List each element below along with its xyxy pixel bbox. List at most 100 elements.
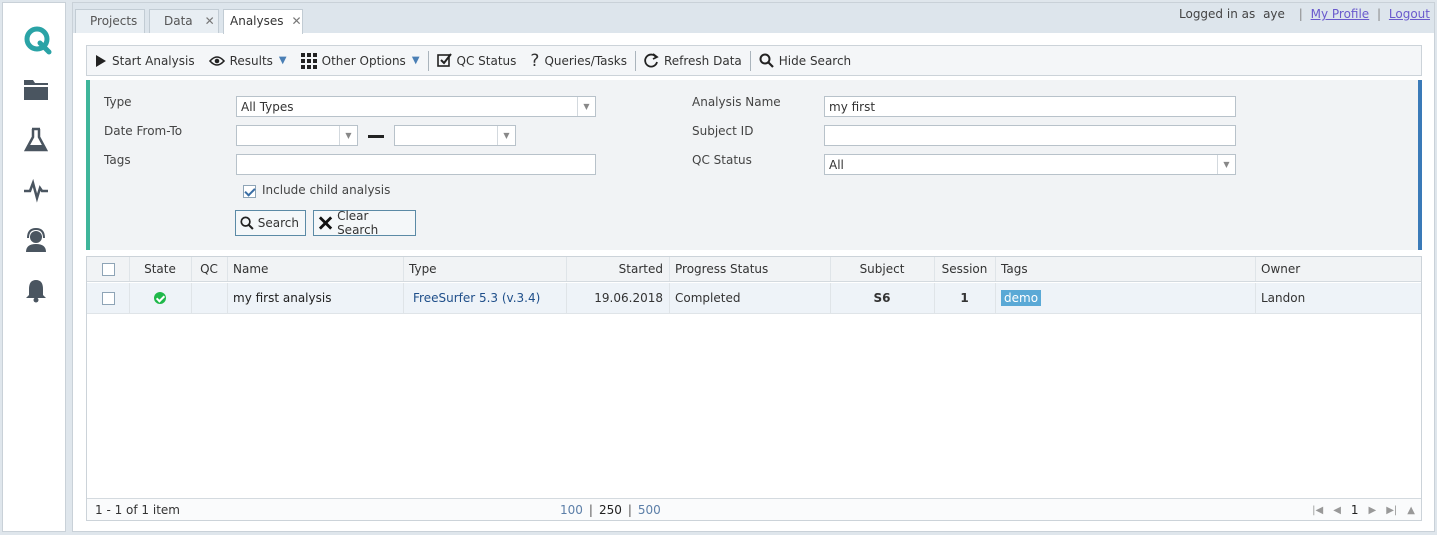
column-header-qc[interactable]: QC <box>191 257 227 281</box>
qc-status-select[interactable]: All ▼ <box>824 154 1236 175</box>
start-analysis-label: Start Analysis <box>112 53 195 68</box>
type-select-value: All Types <box>241 100 294 114</box>
clear-search-label: Clear Search <box>337 209 379 237</box>
results-label: Results <box>229 53 273 68</box>
separator: | <box>1377 7 1382 21</box>
column-header-started[interactable]: Started <box>566 257 669 281</box>
hide-search-button[interactable]: Hide Search <box>759 53 851 68</box>
folder-icon[interactable] <box>23 77 49 103</box>
owner-cell: Landon <box>1261 291 1306 305</box>
analysis-name-input[interactable]: my first <box>824 96 1236 117</box>
qc-cell <box>191 283 227 313</box>
other-options-button[interactable]: Other Options ▼ <box>300 52 420 69</box>
search-icon <box>759 53 774 68</box>
column-header-state[interactable]: State <box>129 257 191 281</box>
type-select[interactable]: All Types ▼ <box>236 96 596 117</box>
start-analysis-button[interactable]: Start Analysis <box>95 54 195 68</box>
tags-label: Tags <box>104 153 131 167</box>
current-page: 1 <box>1350 503 1359 517</box>
page-size-100[interactable]: 100 <box>560 503 583 517</box>
tags-cell: demo <box>995 283 1255 313</box>
date-from-to-label: Date From-To <box>104 124 183 138</box>
search-icon <box>240 216 254 230</box>
column-header-progress-status[interactable]: Progress Status <box>669 257 830 281</box>
state-cell <box>129 283 191 313</box>
select-all-cell <box>87 257 129 281</box>
qc-status-button[interactable]: QC Status <box>436 53 517 68</box>
user-info: Logged in as aye | My Profile | Logout <box>1179 7 1430 21</box>
row-select-cell <box>87 283 129 313</box>
first-page-icon[interactable]: |◀ <box>1312 505 1323 516</box>
item-count: 1 - 1 of 1 item <box>95 503 180 517</box>
chevron-down-icon[interactable]: ▼ <box>339 126 357 145</box>
bell-icon[interactable] <box>23 277 49 303</box>
scroll-top-icon[interactable]: ▲ <box>1407 505 1415 516</box>
date-to-field[interactable]: ▼ <box>394 125 516 146</box>
tag-badge[interactable]: demo <box>1001 290 1042 306</box>
search-panel: Type All Types ▼ Date From-To ▼ ▼ Tags I… <box>86 80 1422 250</box>
include-child-label: Include child analysis <box>262 183 391 197</box>
last-page-icon[interactable]: ▶| <box>1386 505 1397 516</box>
close-icon[interactable]: ✕ <box>292 14 302 28</box>
column-header-name[interactable]: Name <box>227 257 403 281</box>
analysis-name-value: my first <box>829 100 876 114</box>
completed-status-icon <box>154 292 166 304</box>
subject-id-label: Subject ID <box>692 124 754 138</box>
toolbar: Start Analysis Results ▼ Other Options ▼… <box>86 45 1422 76</box>
close-icon[interactable]: ✕ <box>205 14 215 28</box>
table-row[interactable]: my first analysis FreeSurfer 5.3 (v.3.4)… <box>87 283 1421 314</box>
logo-q-icon[interactable] <box>23 25 52 55</box>
row-checkbox[interactable] <box>101 291 115 305</box>
tab-analyses[interactable]: Analyses ✕ <box>223 9 303 34</box>
qc-status-filter-label: QC Status <box>692 153 752 167</box>
refresh-data-button[interactable]: Refresh Data <box>644 53 742 68</box>
session-cell: 1 <box>960 291 969 305</box>
flask-icon[interactable] <box>23 127 49 153</box>
qc-status-label: QC Status <box>456 53 517 68</box>
type-link[interactable]: FreeSurfer 5.3 (v.3.4) <box>407 283 566 313</box>
refresh-data-label: Refresh Data <box>663 53 742 68</box>
next-page-icon[interactable]: ▶ <box>1369 505 1377 516</box>
eye-icon <box>208 55 225 66</box>
page-size-500[interactable]: 500 <box>638 503 661 517</box>
search-button[interactable]: Search <box>235 210 306 236</box>
question-icon: ? <box>530 50 540 71</box>
username: aye <box>1263 7 1285 21</box>
tab-data[interactable]: Data ✕ <box>149 9 219 33</box>
column-header-type[interactable]: Type <box>403 257 566 281</box>
tab-projects[interactable]: Projects <box>75 9 145 33</box>
logout-link[interactable]: Logout <box>1389 7 1430 21</box>
subject-id-input[interactable] <box>824 125 1236 146</box>
support-icon[interactable] <box>23 227 49 253</box>
select-all-checkbox[interactable] <box>101 262 115 276</box>
analysis-name-label: Analysis Name <box>692 95 781 109</box>
column-header-tags[interactable]: Tags <box>995 257 1255 281</box>
chevron-down-icon[interactable]: ▼ <box>577 97 595 116</box>
tab-bar: Projects Data ✕ Analyses ✕ Logged in as ay… <box>73 3 1434 34</box>
date-from-field[interactable]: ▼ <box>236 125 358 146</box>
grid-footer: 1 - 1 of 1 item 100 | 250 | 500 |◀ ◀ 1 ▶ ▶| … <box>87 498 1421 520</box>
tab-label: Analyses <box>230 14 284 28</box>
include-child-checkbox[interactable] <box>243 185 256 198</box>
my-profile-link[interactable]: My Profile <box>1311 7 1370 21</box>
type-label: Type <box>104 95 132 109</box>
logged-in-label: Logged in as <box>1179 7 1256 21</box>
tags-input[interactable] <box>236 154 596 175</box>
chevron-down-icon[interactable]: ▼ <box>1217 155 1235 174</box>
chevron-down-icon[interactable]: ▼ <box>497 126 515 145</box>
pager-nav: |◀ ◀ 1 ▶ ▶| ▲ <box>1312 503 1415 517</box>
results-button[interactable]: Results ▼ <box>208 53 287 68</box>
column-header-subject[interactable]: Subject <box>830 257 934 281</box>
analyses-grid: State QC Name Type Started Progress Stat… <box>86 256 1422 521</box>
column-header-owner[interactable]: Owner <box>1255 257 1423 281</box>
prev-page-icon[interactable]: ◀ <box>1333 505 1341 516</box>
checkbox-icon <box>436 53 452 67</box>
clear-search-button[interactable]: Clear Search <box>313 209 416 237</box>
toolbar-divider <box>749 50 751 71</box>
activity-icon[interactable] <box>23 177 49 203</box>
page-size-250[interactable]: 250 <box>599 503 622 517</box>
column-header-session[interactable]: Session <box>934 257 995 281</box>
toolbar-divider <box>427 50 429 71</box>
tab-label: Data <box>164 14 193 28</box>
queries-tasks-button[interactable]: ? Queries/Tasks <box>530 51 627 71</box>
